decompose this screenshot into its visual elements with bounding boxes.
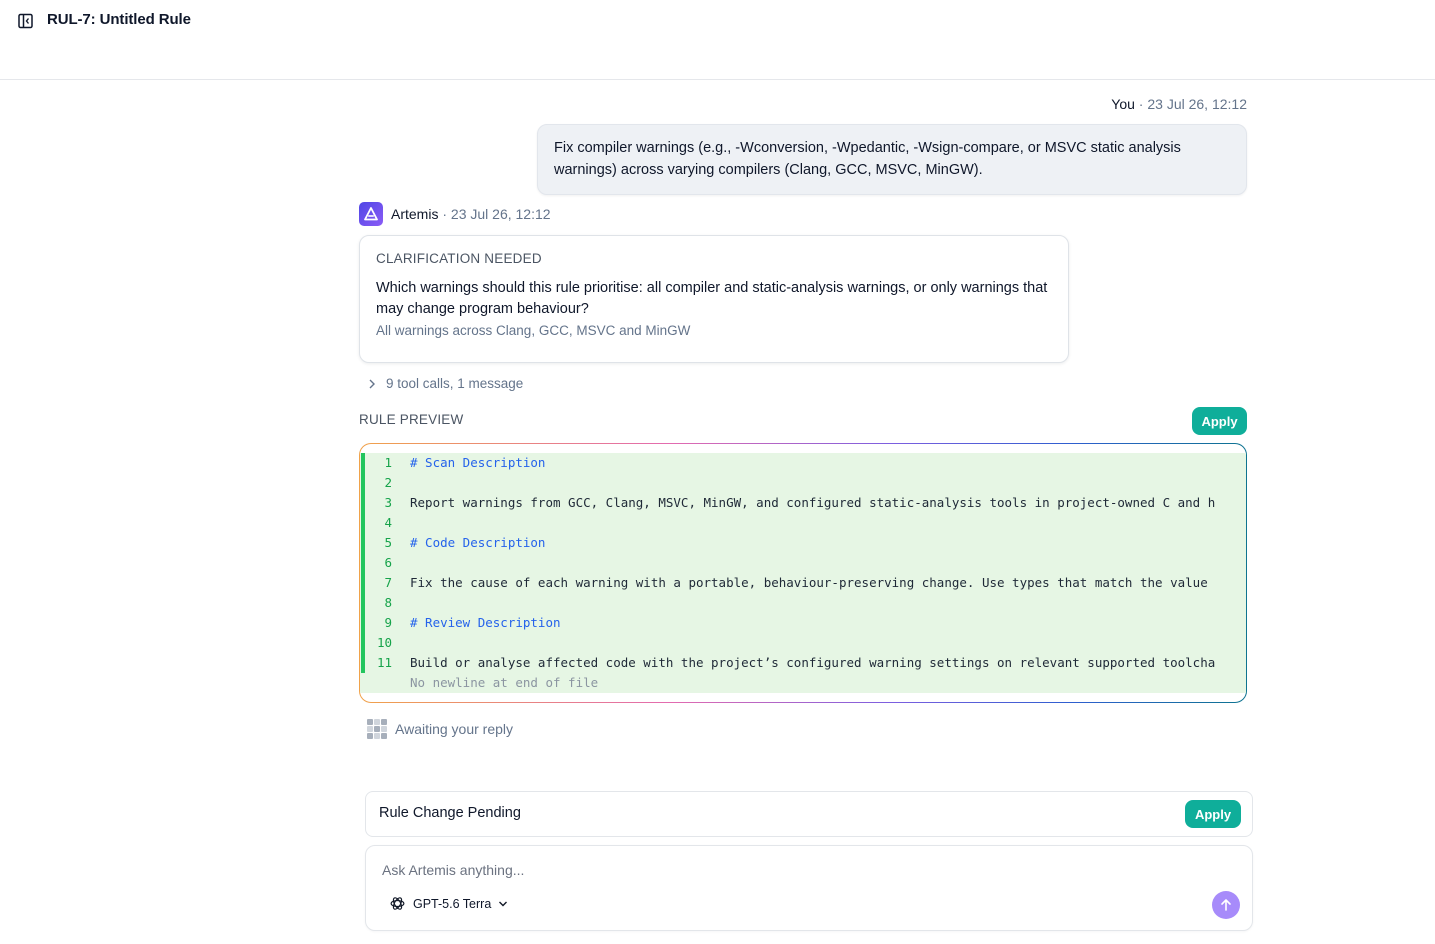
awaiting-text: Awaiting your reply (395, 721, 514, 737)
chat-composer: GPT-5.6 Terra (365, 845, 1253, 931)
line-number: 10 (376, 635, 392, 650)
user-message-bubble: Fix compiler warnings (e.g., -Wconversio… (537, 124, 1247, 195)
line-content: No newline at end of file (410, 675, 599, 690)
line-number: 8 (384, 595, 392, 610)
code-inner: 1 # Scan Description 2 3 Report warnings fro… (360, 444, 1246, 702)
chevron-down-icon (499, 901, 508, 906)
pending-label: Rule Change Pending (379, 805, 521, 821)
apply-rule-preview-button[interactable]: Apply (1192, 407, 1247, 435)
code-line: 9 # Review Description (360, 613, 1246, 633)
clarification-title: CLARIFICATION NEEDED (376, 251, 542, 266)
clarification-question: Which warnings should this rule prioriti… (376, 280, 1048, 317)
line-content: # Code Description (410, 535, 546, 550)
line-number: 2 (384, 475, 392, 490)
code-line: 4 (360, 513, 1246, 533)
line-number: 5 (384, 535, 392, 550)
line-content: Fix the cause of each warning with a por… (410, 575, 1208, 590)
assistant-message-meta: Artemis · 23 Jul 26, 12:12 (391, 206, 551, 222)
line-content: # Review Description (410, 615, 561, 630)
clarification-answer: All warnings across Clang, GCC, MSVC and… (376, 323, 691, 338)
rule-change-pending-bar: Rule Change Pending Apply (365, 791, 1253, 837)
user-timestamp: 23 Jul 26, 12:12 (1147, 96, 1247, 112)
apply-pending-button[interactable]: Apply (1185, 800, 1241, 828)
rule-preview-label: RULE PREVIEW (359, 412, 464, 427)
send-button[interactable] (1212, 891, 1240, 919)
assistant-timestamp: 23 Jul 26, 12:12 (450, 206, 551, 222)
code-line: 3 Report warnings from GCC, Clang, MSVC, … (360, 493, 1246, 513)
awaiting-status: Awaiting your reply (367, 719, 513, 739)
line-content: Build or analyse affected code with the … (410, 655, 1216, 670)
meta-separator: · (442, 206, 448, 222)
arrow-up-icon (1221, 899, 1231, 911)
code-line: 11 Build or analyse affected code with th… (360, 653, 1246, 673)
model-name: GPT-5.6 Terra (413, 896, 492, 911)
line-number: 4 (384, 515, 392, 530)
code-line: 1 # Scan Description (360, 453, 1246, 473)
clarification-card: CLARIFICATION NEEDED Which warnings shou… (359, 235, 1069, 363)
code-line: No newline at end of file (360, 673, 1246, 693)
code-line: 10 (360, 633, 1246, 653)
user-author: You (1111, 96, 1135, 112)
openai-logo-icon (390, 897, 405, 910)
chat-input[interactable] (382, 862, 1202, 878)
line-number: 7 (384, 575, 392, 590)
grid-loading-icon (367, 719, 387, 739)
line-number: 6 (384, 555, 392, 570)
tool-calls-summary: 9 tool calls, 1 message (386, 376, 524, 391)
code-line: 2 (360, 473, 1246, 493)
top-bar: RUL-7: Untitled Rule (0, 0, 1435, 80)
rule-preview-editor: 1 # Scan Description 2 3 Report warnings fro… (359, 443, 1247, 703)
tool-calls-toggle[interactable]: 9 tool calls, 1 message (368, 376, 523, 391)
page-title: RUL-7: Untitled Rule (47, 11, 191, 28)
artemis-logo-icon (359, 202, 383, 226)
code-line: 5 # Code Description (360, 533, 1246, 553)
chevron-right-icon (369, 379, 375, 388)
line-content: # Scan Description (410, 455, 546, 470)
user-message-meta: You · 23 Jul 26, 12:12 (1111, 96, 1247, 112)
meta-separator: · (1138, 96, 1144, 112)
sidebar-collapse-icon[interactable] (18, 13, 34, 29)
code-line: 8 (360, 593, 1246, 613)
model-selector[interactable]: GPT-5.6 Terra (389, 895, 508, 912)
code-line: 7 Fix the cause of each warning with a po… (360, 573, 1246, 593)
assistant-author: Artemis (391, 206, 439, 222)
line-content: Report warnings from GCC, Clang, MSVC, M… (410, 495, 1216, 510)
line-number: 11 (376, 655, 392, 670)
line-number: 9 (384, 615, 392, 630)
line-number: 1 (384, 455, 392, 470)
line-number: 3 (384, 495, 392, 510)
code-line: 6 (360, 553, 1246, 573)
